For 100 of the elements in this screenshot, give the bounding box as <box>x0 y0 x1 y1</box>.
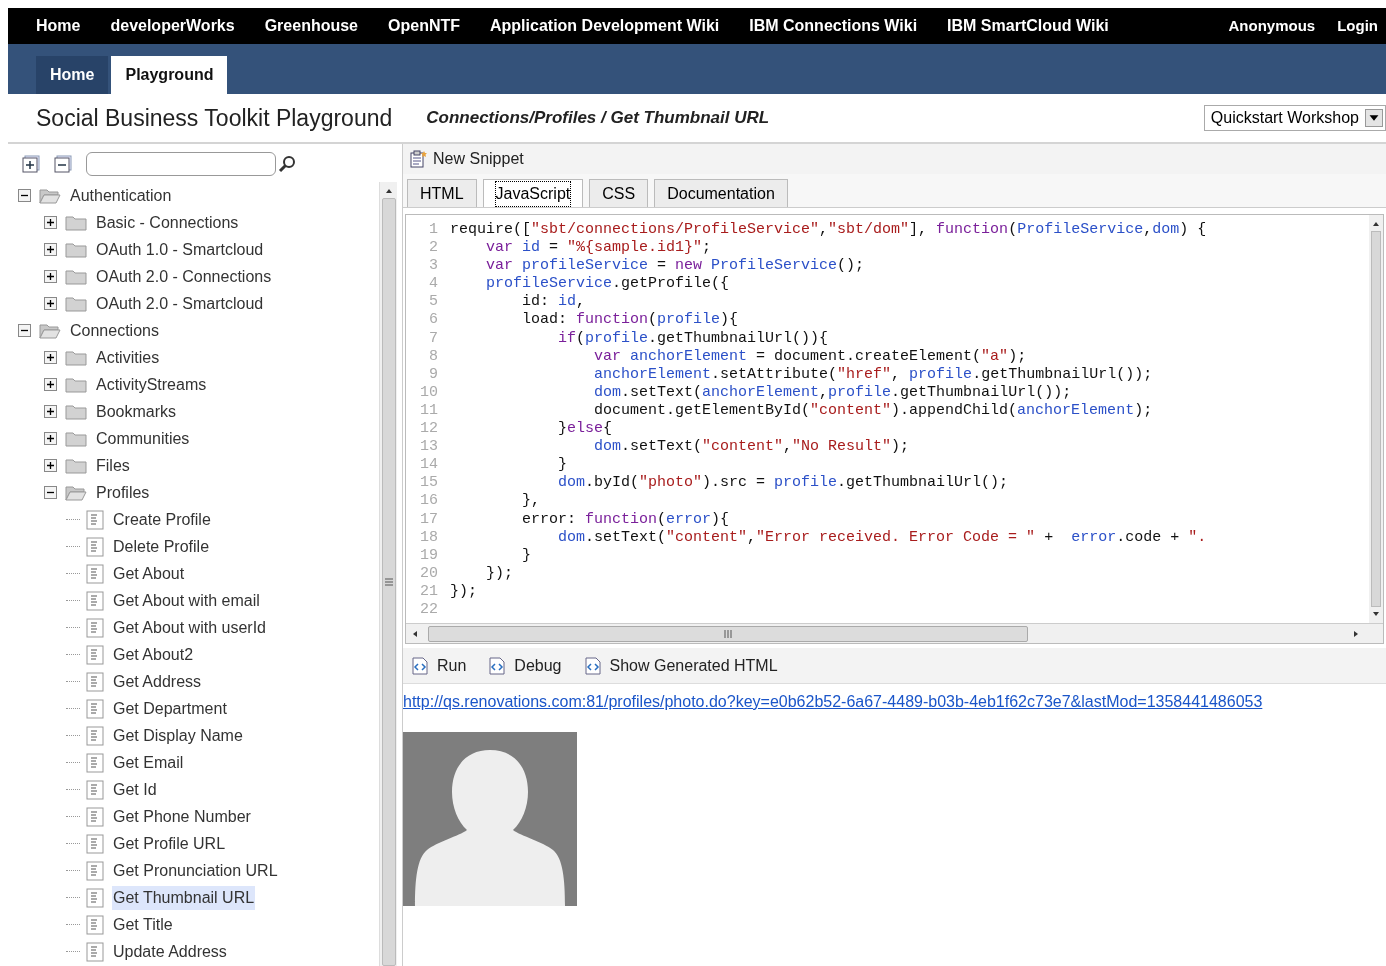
tree-item[interactable]: Get Profile URL <box>112 831 227 856</box>
nav-link[interactable]: OpenNTF <box>388 14 460 38</box>
action-button[interactable]: Debug <box>488 653 562 678</box>
nav-link[interactable]: Greenhouse <box>264 14 358 38</box>
collapse-icon[interactable] <box>44 486 57 499</box>
nav-link[interactable]: developerWorks <box>110 14 235 38</box>
expand-icon[interactable] <box>44 459 57 472</box>
folder-icon <box>65 294 87 313</box>
scrollbar-thumb[interactable] <box>428 625 1028 642</box>
expand-icon[interactable] <box>44 405 57 418</box>
expand-icon[interactable] <box>44 378 57 391</box>
search-icon[interactable] <box>278 155 296 173</box>
code-line: }else{ <box>557 420 614 439</box>
tree-item[interactable]: Get About2 <box>112 642 195 667</box>
tree-item[interactable]: Delete Profile <box>112 534 211 559</box>
action-button[interactable]: Show Generated HTML <box>583 653 778 678</box>
tree-item[interactable]: Get Department <box>112 696 228 721</box>
user-link[interactable]: Anonymous <box>1228 14 1316 38</box>
document-icon <box>86 725 104 746</box>
tree-item[interactable]: Get Email <box>112 750 185 775</box>
collapse-icon[interactable] <box>18 324 31 337</box>
document-icon <box>86 617 104 638</box>
line-number: 18 <box>419 528 438 547</box>
tree-item[interactable]: Get About with email <box>112 588 261 613</box>
horizontal-scrollbar[interactable] <box>406 623 1383 643</box>
line-number: 9 <box>428 365 438 384</box>
tree-item[interactable]: Get Phone Number <box>112 804 252 829</box>
tree-item[interactable]: Get Id <box>112 777 158 802</box>
environment-select[interactable]: Quickstart Workshop <box>1203 105 1386 131</box>
folder-icon <box>65 213 87 232</box>
document-icon <box>86 590 104 611</box>
nav-link[interactable]: Home <box>36 14 81 38</box>
scrollbar-thumb[interactable] <box>381 198 396 966</box>
expand-icon[interactable] <box>44 243 57 256</box>
code-line: dom.setText("content","No Result"); <box>593 438 911 457</box>
action-button[interactable]: Run <box>411 653 467 678</box>
folder-icon <box>65 429 87 448</box>
code-line: id: id, <box>521 293 587 312</box>
tree-item[interactable]: OAuth 1.0 - Smartcloud <box>95 237 265 262</box>
code-line: } <box>521 546 532 565</box>
code-line: var id = "%{sample.id1}"; <box>485 239 713 258</box>
tree-item[interactable]: Profiles <box>95 480 151 505</box>
editor-tab[interactable]: HTML <box>407 179 477 207</box>
line-number: 17 <box>419 510 438 529</box>
tree-item[interactable]: OAuth 2.0 - Connections <box>95 264 273 289</box>
editor-tab[interactable]: JavaScript <box>482 179 584 207</box>
tree-item[interactable]: Get Pronunciation URL <box>112 858 279 883</box>
line-number: 15 <box>419 474 438 493</box>
scrollbar[interactable] <box>379 182 397 966</box>
expand-icon[interactable] <box>44 270 57 283</box>
new-snippet-link[interactable]: New Snippet <box>433 147 524 171</box>
code-line: }); <box>485 564 514 583</box>
expand-icon[interactable] <box>44 216 57 229</box>
nav-tab[interactable]: Home <box>36 56 109 94</box>
user-link[interactable]: Login <box>1337 14 1378 38</box>
code-line: } <box>557 456 569 475</box>
open-folder-icon <box>65 483 87 502</box>
nav-link[interactable]: Application Development Wiki <box>490 14 720 38</box>
tree-item[interactable]: Get Title <box>112 912 174 937</box>
scrollbar-thumb[interactable] <box>1371 231 1381 607</box>
expand-all-icon[interactable] <box>22 155 40 173</box>
folder-icon <box>65 375 87 394</box>
document-icon <box>86 941 104 962</box>
line-number: 2 <box>428 239 438 258</box>
tree-item[interactable]: Bookmarks <box>95 399 178 424</box>
tree-item[interactable]: Create Profile <box>112 507 212 532</box>
tree-item[interactable]: Authentication <box>69 183 173 208</box>
thumbnail-url-link[interactable]: http://qs.renovations.com:81/profiles/photo.do?key=e0b62b52-6a67-4489-b03b-4eb1f62c73e7&lastMod=1358441486053 <box>403 690 1263 714</box>
editor-tab[interactable]: CSS <box>589 179 649 207</box>
expand-icon[interactable] <box>44 351 57 364</box>
editor-tab[interactable]: Documentation <box>654 179 788 207</box>
tree-item[interactable]: Files <box>95 453 131 478</box>
tree-item[interactable]: Connections <box>69 318 160 343</box>
tree-item[interactable]: Activities <box>95 345 161 370</box>
tree-item[interactable]: Basic - Connections <box>95 210 240 235</box>
line-number: 1 <box>428 221 438 240</box>
nav-link[interactable]: IBM Connections Wiki <box>749 14 918 38</box>
tree-item[interactable]: Get About <box>112 561 186 586</box>
tree-item[interactable]: Get Thumbnail URL <box>112 885 256 910</box>
expand-icon[interactable] <box>44 432 57 445</box>
nav-link[interactable]: IBM SmartCloud Wiki <box>947 14 1109 38</box>
nav-tab[interactable]: Playground <box>111 56 228 94</box>
code-scrollbar[interactable] <box>1369 215 1383 623</box>
search-field[interactable] <box>86 152 276 176</box>
tree-item[interactable]: Get Display Name <box>112 723 244 748</box>
tree-item[interactable]: Get About with userId <box>112 615 267 640</box>
expand-icon[interactable] <box>44 297 57 310</box>
code-file-icon <box>411 656 429 675</box>
code-line: error: function(error){ <box>521 510 731 529</box>
tree-item[interactable]: ActivityStreams <box>95 372 208 397</box>
collapse-icon[interactable] <box>18 189 31 202</box>
code-line: }, <box>521 492 541 511</box>
document-icon <box>86 644 104 665</box>
collapse-all-icon[interactable] <box>54 155 72 173</box>
tree-item[interactable]: Update Address <box>112 939 228 964</box>
tree-item[interactable]: Communities <box>95 426 191 451</box>
document-icon <box>86 752 104 773</box>
tree-item[interactable]: Get Address <box>112 669 203 694</box>
line-number: 22 <box>419 600 438 620</box>
tree-item[interactable]: OAuth 2.0 - Smartcloud <box>95 291 265 316</box>
